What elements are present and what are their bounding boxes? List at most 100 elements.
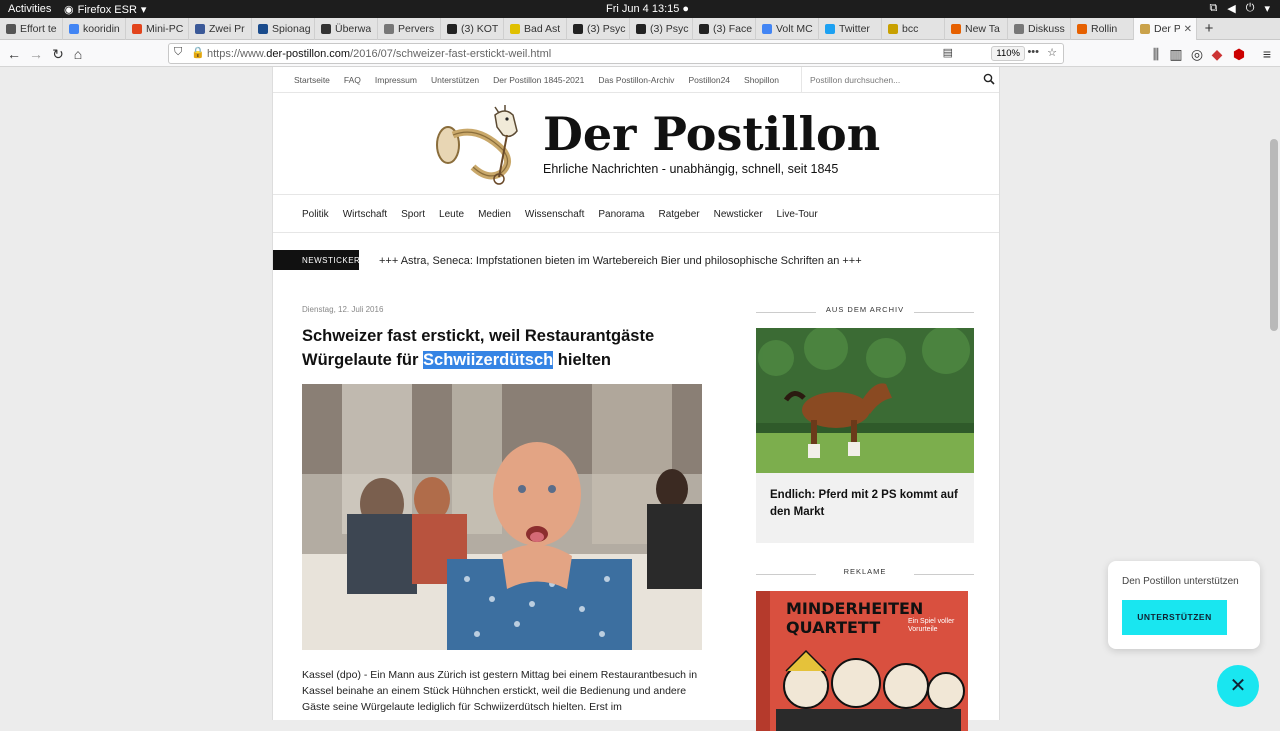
tab-favicon-icon [384, 24, 394, 34]
support-button[interactable]: UNTERSTÜTZEN [1122, 600, 1227, 635]
browser-tab[interactable]: Zwei Pr [189, 18, 252, 40]
browser-tab[interactable]: (3) Psyc [567, 18, 630, 40]
posthorn-logo[interactable] [433, 105, 533, 185]
browser-tab[interactable]: (3) KOT [441, 18, 504, 40]
article-date: Dienstag, 12. Juli 2016 [302, 305, 384, 314]
category-link[interactable]: Medien [478, 209, 511, 220]
forward-button[interactable]: → [26, 44, 46, 64]
more-actions-icon[interactable]: ••• [1027, 46, 1039, 58]
page-scrollbar[interactable] [1270, 139, 1278, 331]
site-search-field[interactable]: Postillon durchsuchen... [801, 67, 1001, 93]
browser-tab[interactable]: (3) Psyc [630, 18, 693, 40]
site-tagline: Ehrliche Nachrichten - unabhängig, schne… [543, 162, 839, 176]
tab-favicon-icon [762, 24, 772, 34]
ticker-headline[interactable]: +++ Astra, Seneca: Impfstationen bieten … [379, 255, 862, 267]
tab-favicon-icon [573, 24, 583, 34]
browser-tab[interactable]: Diskuss [1008, 18, 1071, 40]
close-popup-button[interactable]: ✕ [1217, 665, 1259, 707]
browser-tab[interactable]: Rollin [1071, 18, 1134, 40]
browser-tab[interactable]: Bad Ast [504, 18, 567, 40]
browser-tab[interactable]: bcc [882, 18, 945, 40]
reload-button[interactable]: ↻ [48, 44, 68, 64]
tab-favicon-icon [6, 24, 16, 34]
tab-favicon-icon [69, 24, 79, 34]
category-link[interactable]: Newsticker [714, 209, 763, 220]
url-text[interactable]: https://www.der-postillon.com/2016/07/sc… [207, 48, 551, 60]
category-link[interactable]: Leute [439, 209, 464, 220]
extension-icon[interactable]: ◆ [1207, 44, 1227, 64]
reader-view-icon[interactable]: ▤ [943, 46, 953, 59]
category-link[interactable]: Wirtschaft [343, 209, 387, 220]
top-nav-link[interactable]: Postillon24 [688, 75, 730, 85]
article-title: Schweizer fast erstickt, weil Restaurant… [302, 324, 702, 372]
browser-tab[interactable]: kooridin [63, 18, 126, 40]
url-path: /2016/07/schweizer-fast-erstickt-weil.ht… [350, 48, 552, 60]
archive-card[interactable]: Endlich: Pferd mit 2 PS kommt auf den Ma… [756, 328, 974, 543]
clock[interactable]: Fri Jun 4 13:15 ● [606, 3, 689, 15]
horse-image [756, 328, 974, 473]
app-name: Firefox ESR [77, 3, 137, 16]
app-menu[interactable]: ◉ Firefox ESR ▾ [64, 3, 147, 17]
tab-favicon-icon [825, 24, 835, 34]
category-link[interactable]: Wissenschaft [525, 209, 584, 220]
shield-icon[interactable]: ⛉ [174, 46, 182, 59]
top-nav-link[interactable]: FAQ [344, 75, 361, 85]
library-icon[interactable]: ⫼ [1146, 44, 1166, 64]
browser-tab[interactable]: Volt MC [756, 18, 819, 40]
top-navigation: Startseite FAQ Impressum Unterstützen Der Po… [273, 67, 999, 93]
top-nav-link[interactable]: Shopillon [744, 75, 779, 85]
category-link[interactable]: Live-Tour [777, 209, 818, 220]
category-link[interactable]: Sport [401, 209, 425, 220]
top-nav-link[interactable]: Das Postillon-Archiv [598, 75, 674, 85]
tab-favicon-icon [699, 24, 709, 34]
tab-label: Mini-PC [146, 23, 184, 35]
home-button[interactable]: ⌂ [68, 44, 88, 64]
top-nav-link[interactable]: Der Postillon 1845-2021 [493, 75, 584, 85]
system-tray[interactable]: ⧉ ◀ ⏻ ▾ [1209, 2, 1270, 15]
sidebar-icon[interactable]: ▥ [1166, 44, 1186, 64]
browser-tab[interactable]: New Ta [945, 18, 1008, 40]
top-nav-link[interactable]: Startseite [294, 75, 330, 85]
ad-banner[interactable]: MINDERHEITEN QUARTETT Ein Spiel voller V… [756, 591, 968, 731]
ad-heading: REKLAME [756, 567, 974, 581]
chevron-down-icon: ▾ [1264, 3, 1270, 15]
bookmark-star-icon[interactable]: ☆ [1047, 46, 1057, 59]
menu-icon[interactable]: ≡ [1257, 44, 1277, 64]
new-tab-button[interactable]: + [1197, 18, 1221, 39]
tab-favicon-icon [1014, 24, 1024, 34]
account-icon[interactable]: ◎ [1187, 44, 1207, 64]
browser-tab[interactable]: Mini-PC [126, 18, 189, 40]
category-link[interactable]: Politik [302, 209, 329, 220]
tab-close-icon[interactable]: ✕ [1184, 24, 1192, 35]
web-page: Startseite FAQ Impressum Unterstützen Der Po… [0, 67, 1280, 731]
lock-icon[interactable]: 🔒 [191, 46, 205, 59]
activities-button[interactable]: Activities [8, 3, 51, 15]
clock-label: Fri Jun 4 13:15 [606, 3, 680, 15]
archive-image[interactable] [756, 328, 974, 473]
zoom-indicator[interactable]: 110% [991, 46, 1025, 61]
browser-tab[interactable]: Der P ✕ [1134, 18, 1197, 40]
archive-article-title[interactable]: Endlich: Pferd mit 2 PS kommt auf den Ma… [756, 473, 974, 543]
browser-tab[interactable]: Pervers [378, 18, 441, 40]
top-nav-link[interactable]: Impressum [375, 75, 417, 85]
browser-tab[interactable]: Überwa [315, 18, 378, 40]
ublock-icon[interactable]: ⬢ [1229, 44, 1249, 64]
category-link[interactable]: Panorama [598, 209, 644, 220]
browser-tab[interactable]: Twitter [819, 18, 882, 40]
back-button[interactable]: ← [4, 44, 24, 64]
firefox-icon: ◉ [64, 4, 74, 16]
tab-label: Twitter [839, 23, 870, 35]
top-nav-link[interactable]: Unterstützen [431, 75, 479, 85]
ad-illustration [756, 591, 965, 731]
category-link[interactable]: Ratgeber [659, 209, 700, 220]
browser-tab[interactable]: (3) Face [693, 18, 756, 40]
browser-tab[interactable]: Spionag [252, 18, 315, 40]
support-popup: Den Postillon unterstützen UNTERSTÜTZEN [1108, 561, 1260, 649]
tab-label: Bad Ast [524, 23, 561, 35]
browser-tab[interactable]: Effort te [0, 18, 63, 40]
chevron-down-icon: ▾ [140, 4, 147, 16]
title-text-end: hielten [553, 351, 611, 369]
site-brand[interactable]: Der Postillon [543, 107, 880, 161]
search-icon[interactable] [983, 73, 995, 85]
url-bar[interactable]: ⛉ 🔒 https://www.der-postillon.com/2016/0… [168, 43, 1064, 64]
